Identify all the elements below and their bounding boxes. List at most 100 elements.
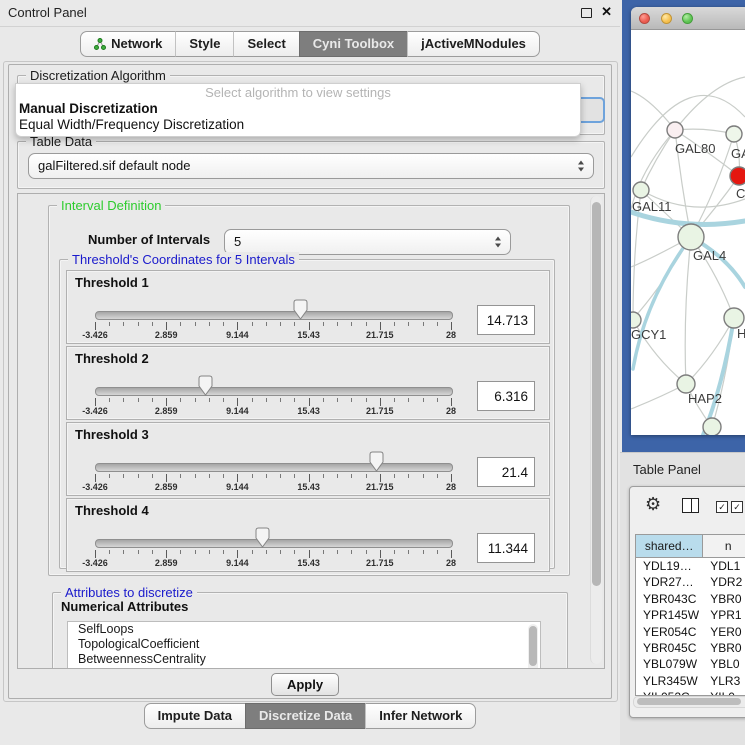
float-window-icon[interactable] [581,8,592,18]
network-canvas[interactable]: GAL80GACGAL11GAL4GCY1HHAP2 [631,29,745,435]
attribute-item-betweennesscentrality[interactable]: BetweennessCentrality [68,652,540,667]
network-node-GCY1[interactable] [631,312,641,328]
threshold-slider-track[interactable] [95,311,453,320]
table-row[interactable]: YBL079WYBL0 [636,656,745,672]
tab-style[interactable]: Style [175,31,233,57]
tab-select[interactable]: Select [233,31,298,57]
table-cell: YIL052C [636,689,703,696]
tick-mark [366,398,367,402]
close-traffic-light-icon[interactable] [639,13,650,24]
network-node-GAL80[interactable] [667,122,683,138]
node-label: C [736,186,745,201]
close-icon[interactable]: ✕ [601,4,612,20]
table-row[interactable]: YPR145WYPR1 [636,607,745,623]
tick-label: 15.43 [287,406,331,416]
select-all-checkbox-icon[interactable]: ✓ [716,501,728,513]
zoom-traffic-light-icon[interactable] [682,13,693,24]
threshold-value-field[interactable]: 14.713 [477,305,535,335]
slider-thumb[interactable] [292,299,309,323]
network-view-window[interactable]: GAL80GACGAL11GAL4GCY1HHAP2 [631,7,745,435]
table-row[interactable]: YBR043CYBR0 [636,591,745,607]
settings-scrollbar-thumb[interactable] [592,202,601,586]
node-label: GA [731,146,745,161]
threshold-slider-track[interactable] [95,539,453,548]
tick-mark [152,550,153,554]
tick-mark [237,550,238,558]
network-node-GAL4[interactable] [678,224,704,250]
column-header-1[interactable]: shared… [636,535,703,557]
apply-button[interactable]: Apply [271,673,339,696]
threshold-value-field[interactable]: 11.344 [477,533,535,563]
table-row[interactable]: YER054CYER0 [636,624,745,640]
tab-jactivemnodules[interactable]: jActiveMNodules [407,31,540,57]
tick-mark [309,322,310,330]
settings-gear-icon[interactable]: ⚙ [645,494,661,515]
table-horizontal-scrollbar[interactable] [633,696,745,708]
network-node-GAL11[interactable] [633,182,649,198]
threshold-value-field[interactable]: 21.4 [477,457,535,487]
table-row[interactable]: YBR045CYBR0 [636,640,745,656]
tick-label: 15.43 [287,330,331,340]
bottom-tab-infer-network[interactable]: Infer Network [365,703,476,729]
bottom-tab-discretize-data[interactable]: Discretize Data [245,703,365,729]
table-row[interactable]: YLR345WYLR3 [636,673,745,689]
threshold-slider-track[interactable] [95,463,453,472]
tick-mark [423,322,424,326]
table-row[interactable]: YDR27…YDR2 [636,574,745,590]
tab-label: Impute Data [158,704,232,728]
thresholds-group: Threshold's Coordinates for 5 Intervals … [59,259,555,569]
attribute-item-selfloops[interactable]: SelfLoops [68,622,540,637]
tick-mark [437,322,438,326]
control-panel-titlebar: Control Panel ✕ [0,0,620,27]
algorithm-option-equal-width-frequency-discretization[interactable]: Equal Width/Frequency Discretization [16,117,580,133]
table-data-combobox[interactable]: galFiltered.sif default node [28,153,594,179]
control-panel-window: Control Panel ✕ NetworkStyleSelectCyni T… [0,0,620,745]
tick-label: 9.144 [215,558,259,568]
tab-cyni-toolbox[interactable]: Cyni Toolbox [299,31,407,57]
network-node-C[interactable] [730,167,745,185]
select-none-checkbox-icon[interactable]: ✓ [731,501,743,513]
slider-thumb[interactable] [197,375,214,399]
bottom-tab-impute-data[interactable]: Impute Data [144,703,245,729]
table-row[interactable]: YIL052CYIL0 [636,689,745,696]
settings-vertical-scrollbar[interactable] [590,196,602,664]
slider-thumb[interactable] [368,451,385,475]
tick-label: 2.859 [144,482,188,492]
table-row[interactable]: YDL19…YDL1 [636,558,745,574]
table-hscrollbar-thumb[interactable] [637,698,741,705]
tick-mark [437,398,438,402]
attributes-list-scrollbar[interactable] [528,624,538,669]
network-edge [641,130,675,190]
tick-mark [195,474,196,478]
minimize-traffic-light-icon[interactable] [661,13,672,24]
tick-mark [180,398,181,402]
tick-mark [337,550,338,554]
table-cell: YDR2 [703,574,745,590]
tick-mark [294,398,295,402]
attribute-item-topologicalcoefficient[interactable]: TopologicalCoefficient [68,637,540,652]
network-node-GA[interactable] [726,126,742,142]
tick-label: 2.859 [144,558,188,568]
tick-mark [451,474,452,482]
tick-label: 28 [429,330,473,340]
tick-mark [337,398,338,402]
split-columns-icon[interactable] [682,498,699,513]
network-node-H[interactable] [724,308,744,328]
threshold-slider-track[interactable] [95,387,453,396]
algorithm-placeholder-option[interactable]: Select algorithm to view settings [16,84,580,101]
tick-mark [351,398,352,402]
node-attribute-table[interactable]: shared…nYDL19…YDL1YDR27…YDR2YBR043CYBR0Y… [635,534,745,696]
attribute-items: SelfLoopsTopologicalCoefficientBetweenne… [68,622,540,667]
slider-thumb[interactable] [254,527,271,551]
threshold-value-field[interactable]: 6.316 [477,381,535,411]
algorithm-option-manual-discretization[interactable]: Manual Discretization [16,101,580,117]
numerical-attributes-list[interactable]: SelfLoopsTopologicalCoefficientBetweenne… [67,621,541,669]
network-node-partial[interactable] [703,418,721,435]
slider-tick-marks [95,398,451,406]
column-header-2[interactable]: n [703,535,745,557]
attributes-scrollbar-thumb[interactable] [529,626,537,666]
tick-mark [266,474,267,478]
tick-mark [123,322,124,326]
tab-network[interactable]: Network [80,31,175,57]
combobox-arrows-icon [578,161,584,172]
